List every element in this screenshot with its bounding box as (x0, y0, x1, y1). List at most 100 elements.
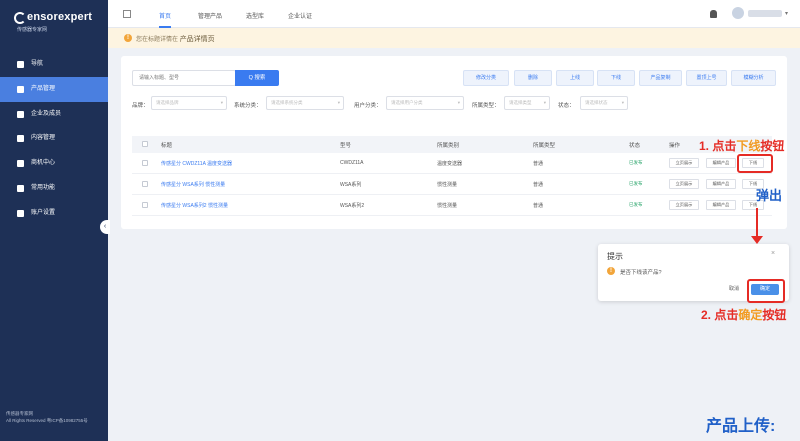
product-model: WSA系列2 (340, 203, 365, 209)
step2-suffix: 按钮 (762, 308, 787, 322)
row-checkbox[interactable] (142, 160, 148, 166)
dialog-message: 是否下线该产品? (620, 270, 662, 276)
status-badge: 已发布 (629, 181, 643, 186)
filter-status-select[interactable]: 请选择状态 (580, 96, 628, 110)
product-title-link[interactable]: 传感星分 WSA系列2 惯性测量 (161, 202, 228, 209)
product-type: 普通 (533, 161, 544, 167)
notice-bar: ! 您在标题详情在 产品详情页 (108, 28, 800, 48)
tab-enterprise-auth[interactable]: 企业认证 (288, 11, 312, 28)
cancel-button[interactable]: 取消 (722, 284, 746, 295)
search-button[interactable]: Q 搜索 (235, 70, 279, 86)
row-checkbox[interactable] (142, 202, 148, 208)
leads-icon (17, 160, 24, 168)
change-category-button[interactable]: 修改分类 (463, 70, 509, 86)
arrow-down-icon (756, 208, 758, 238)
filter-type-select[interactable]: 请选择类型 (504, 96, 550, 110)
product-category: 温度变送器 (437, 161, 463, 167)
bell-icon[interactable] (710, 10, 717, 18)
sidebar-item-products[interactable]: 产品管理 (0, 76, 108, 102)
edit-product-button[interactable]: 编辑产品 (706, 179, 736, 189)
chevron-down-icon[interactable]: ▾ (785, 10, 788, 17)
content-icon (17, 135, 24, 143)
sidebar-item-label: 常用功能 (31, 184, 56, 191)
landing-page-button[interactable]: 立页展示 (669, 200, 699, 210)
confirm-button-highlight (747, 279, 785, 303)
online-button[interactable]: 上线 (556, 70, 594, 86)
filter-status-label: 状态： (558, 103, 575, 109)
sidebar-item-label: 内容管理 (31, 135, 56, 142)
sidebar-item-content[interactable]: 内容管理 (0, 126, 108, 151)
product-title-link[interactable]: 传感星分 CWDZ11A 温度变送器 (161, 160, 232, 167)
product-type: 普通 (533, 203, 544, 209)
product-type: 普通 (533, 182, 544, 188)
step1-prefix: 1. 点击 (699, 139, 737, 153)
offline-bulk-button[interactable]: 下线 (597, 70, 635, 86)
row-checkbox[interactable] (142, 181, 148, 187)
tab-selection-library[interactable]: 选型库 (246, 11, 264, 28)
product-title-link[interactable]: 传感星分 WSA系列 惯性测量 (161, 181, 225, 188)
product-category: 惯性测量 (437, 182, 458, 188)
product-model: CWDZ11A (340, 160, 364, 166)
sidebar-item-company[interactable]: 企业及成员 (0, 102, 108, 127)
edit-product-button[interactable]: 编辑产品 (706, 200, 736, 210)
filter-system-label: 系统分类： (234, 103, 262, 109)
step1-highlight: 下线 (736, 139, 761, 153)
tools-icon (17, 184, 24, 192)
select-all-checkbox[interactable] (142, 141, 148, 147)
account-icon (17, 209, 24, 217)
notice-prefix: 您在标题详情在 (136, 37, 179, 43)
fullscreen-icon[interactable] (123, 10, 131, 18)
filter-system-select[interactable]: 请选择系统分类 (266, 96, 344, 110)
brand-name: ensorexpert (27, 11, 93, 23)
sidebar-item-label: 导航 (31, 61, 44, 67)
col-model: 型号 (340, 143, 352, 149)
pin-button[interactable]: 置顶上号 (686, 70, 727, 86)
sidebar-menu: 导航 产品管理 企业及成员 内容管理 商机中心 常用功能 账户设置 (0, 52, 108, 226)
step1-annotation: 1. 点击下线按钮 (699, 137, 784, 154)
sidebar-item-account[interactable]: 账户设置 (0, 201, 108, 226)
sidebar-item-nav[interactable]: 导航 (0, 52, 108, 77)
table-row: 传感星分 WSA系列2 惯性测量 WSA系列2 惯性测量 普通 已发布 立页展示… (132, 195, 772, 216)
sidebar-item-label: 商机中心 (31, 160, 56, 167)
avatar[interactable] (732, 7, 744, 19)
filter-brand-label: 品牌： (132, 103, 149, 109)
tab-manage-products[interactable]: 管理产品 (198, 11, 222, 28)
offline-button-highlight (737, 154, 773, 173)
copy-product-button[interactable]: 产品复制 (639, 70, 682, 86)
delete-button[interactable]: 删除 (514, 70, 552, 86)
landing-page-button[interactable]: 立页展示 (669, 179, 699, 189)
warning-icon: ! (124, 34, 132, 42)
notice-link[interactable]: 产品详情页 (180, 36, 215, 43)
filter-brand-select[interactable]: 请选择品牌 (151, 96, 227, 110)
sidebar-item-tools[interactable]: 常用功能 (0, 176, 108, 201)
collapse-sidebar-button[interactable]: ‹ (100, 220, 110, 234)
arrow-head-icon (751, 236, 763, 244)
brand-logo[interactable]: ensorexpert 传感器专家网 (14, 10, 104, 34)
sidebar-item-leads[interactable]: 商机中心 (0, 151, 108, 176)
landing-page-button[interactable]: 立页展示 (669, 158, 699, 168)
search-input[interactable] (132, 70, 236, 86)
sidebar: ensorexpert 传感器专家网 导航 产品管理 企业及成员 内容管理 商机… (0, 0, 108, 441)
dialog-title: 提示 (607, 252, 623, 261)
logo-s-icon (14, 12, 26, 24)
footer-line: 传感器专家网 (6, 411, 33, 416)
close-icon[interactable]: × (771, 250, 775, 257)
fuzzy-analysis-button[interactable]: 模糊分析 (731, 70, 776, 86)
filter-type-label: 所属类型： (472, 103, 500, 109)
filter-user-select[interactable]: 请选择用户分类 (386, 96, 464, 110)
status-badge: 已发布 (629, 160, 643, 165)
table-header: 标题 型号 所属类别 所属类型 状态 操作 (132, 136, 772, 153)
col-category: 所属类别 (437, 143, 460, 149)
sidebar-item-label: 产品管理 (31, 85, 56, 92)
table-row: 传感星分 WSA系列 惯性测量 WSA系列 惯性测量 普通 已发布 立页展示 编… (132, 174, 772, 195)
tab-home[interactable]: 首页 (159, 11, 172, 28)
upload-annotation: 产品上传: (706, 418, 776, 435)
col-title: 标题 (161, 143, 173, 149)
edit-product-button[interactable]: 编辑产品 (706, 158, 736, 168)
col-status: 状态 (629, 143, 641, 149)
step2-annotation: 2. 点击确定按钮 (701, 306, 786, 323)
sidebar-item-label: 账户设置 (31, 209, 56, 216)
username-blurred[interactable] (748, 10, 782, 17)
product-category: 惯性测量 (437, 203, 458, 209)
footer-copyright: All Rights Reserved 粤ICP备10982755号 (6, 418, 88, 423)
